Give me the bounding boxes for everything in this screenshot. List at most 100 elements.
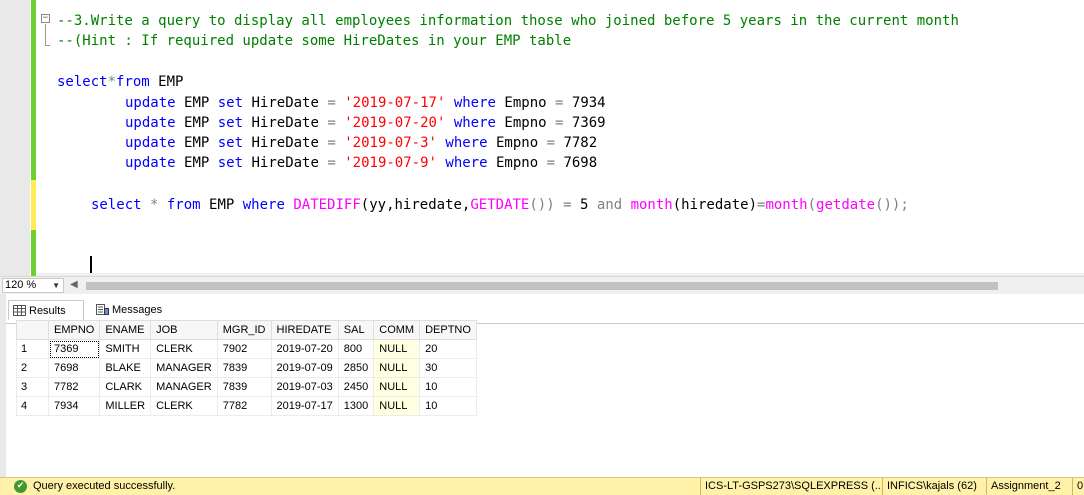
table-row[interactable]: 4 7934 MILLER CLERK 7782 2019-07-17 1300 NULL 10 [16,396,477,416]
update-line: update EMP set HireDate = '2019-07-3' wh… [125,133,597,153]
grid-cell[interactable]: 2450 [337,377,375,397]
operator: = [327,155,336,171]
grid-cell[interactable]: MILLER [99,396,152,416]
column-name: HireDate [251,155,319,171]
grid-cell[interactable]: NULL [373,377,421,397]
operator: ()); [875,197,909,213]
string-literal: '2019-07-9' [344,155,437,171]
query-editor[interactable]: − --3.Write a query to display all emplo… [0,0,1084,276]
grid-cell[interactable]: 800 [337,339,375,359]
tab-results[interactable]: Results [8,300,84,320]
keyword: update [125,95,176,111]
row-number-header[interactable] [16,320,49,340]
grid-cell[interactable]: 30 [419,358,477,378]
operator: ()) [529,197,555,213]
column-header-comm[interactable]: COMM [373,320,421,340]
table-name: EMP [200,197,243,213]
grid-cell[interactable]: 2850 [337,358,375,378]
column-header-empno[interactable]: EMPNO [47,320,101,340]
operator: and [588,197,631,213]
row-number[interactable]: 4 [16,396,49,416]
keyword: where [242,197,285,213]
column-header-job[interactable]: JOB [150,320,218,340]
grid-cell[interactable]: MANAGER [150,377,218,397]
grid-cell[interactable]: 7839 [216,358,272,378]
grid-cell[interactable]: NULL [373,358,421,378]
table-row[interactable]: 3 7782 CLARK MANAGER 7839 2019-07-03 2450 NULL 1… [16,377,477,397]
grid-cell[interactable]: CLERK [150,339,218,359]
comment-line-2: --(Hint : If required update some HireDa… [57,33,572,49]
operator: * [141,197,167,213]
chevron-down-icon[interactable]: ▼ [52,279,60,292]
collapse-toggle-icon[interactable]: − [41,14,50,23]
grid-cell[interactable]: NULL [373,339,421,359]
operator: = [327,115,336,131]
table-row[interactable]: 2 7698 BLAKE MANAGER 7839 2019-07-09 2850 NULL 3… [16,358,477,378]
row-number[interactable]: 2 [16,358,49,378]
grid-cell[interactable]: 20 [419,339,477,359]
number-literal: 7782 [563,135,598,151]
zoom-dropdown[interactable]: 120 % ▼ [2,278,64,293]
string-literal: '2019-07-3' [344,135,437,151]
scroll-left-icon[interactable]: ◀ [70,279,78,290]
query-line: select * from EMP where DATEDIFF(yy,hire… [91,195,909,215]
grid-cell[interactable]: 10 [419,396,477,416]
table-row[interactable]: 1 7369 SMITH CLERK 7902 2019-07-20 800 NULL 20 [16,339,477,359]
grid-cell[interactable]: 2019-07-20 [270,339,339,359]
column-header-hiredate[interactable]: HIREDATE [270,320,339,340]
results-grid[interactable]: EMPNO ENAME JOB MGR_ID HIREDATE SAL COMM DEPTNO… [16,320,477,416]
grid-cell[interactable]: NULL [373,396,421,416]
grid-cell[interactable]: 2019-07-09 [270,358,339,378]
update-line: update EMP set HireDate = '2019-07-20' w… [125,113,606,133]
status-extra: 0 [1072,478,1084,495]
grid-cell[interactable]: 7902 [216,339,272,359]
outline-line-end [45,45,50,46]
column-name: Empno [495,155,539,171]
keyword: from [116,74,150,90]
grid-cell[interactable]: 7698 [47,358,101,378]
column-header-ename[interactable]: ENAME [99,320,152,340]
grid-icon [13,305,26,316]
row-number[interactable]: 3 [16,377,49,397]
grid-cell[interactable]: 2019-07-17 [270,396,339,416]
grid-cell[interactable]: 7782 [216,396,272,416]
grid-cell[interactable]: 2019-07-03 [270,377,339,397]
horizontal-scrollbar-thumb[interactable] [86,282,998,290]
comment-line-1: --3.Write a query to display all employe… [57,13,959,29]
grid-cell[interactable]: SMITH [99,339,152,359]
grid-cell[interactable]: 1300 [337,396,375,416]
keyword: from [166,197,201,213]
grid-cell[interactable]: BLAKE [99,358,152,378]
table-name: EMP [184,115,210,131]
keyword: update [125,135,176,151]
row-number[interactable]: 1 [16,339,49,359]
grid-cell[interactable]: MANAGER [150,358,218,378]
arguments: (yy,hiredate, [360,197,471,213]
column-name: Empno [495,135,539,151]
select-line: select*from EMP [57,72,183,92]
operator: = [327,135,336,151]
zoom-value: 120 % [5,279,37,291]
column-name: HireDate [251,135,319,151]
grid-cell[interactable]: 7369 [47,339,101,359]
grid-cell[interactable]: 7839 [216,377,272,397]
tab-messages[interactable]: Messages [88,300,172,320]
grid-cell[interactable]: 7782 [47,377,101,397]
update-line: update EMP set HireDate = '2019-07-9' wh… [125,153,597,173]
grid-cell[interactable]: CLARK [99,377,152,397]
column-header-sal[interactable]: SAL [337,320,375,340]
column-name: HireDate [251,115,319,131]
keyword: set [217,135,244,151]
keyword: set [217,95,244,111]
keyword: where [445,135,488,151]
grid-cell[interactable]: CLERK [150,396,218,416]
results-pane: Results Messages EMPNO ENAME JOB MGR_ID HIRE… [0,294,1084,477]
column-header-deptno[interactable]: DEPTNO [419,320,477,340]
column-name: Empno [504,95,547,111]
status-user: INFICS\kajals (62) [882,478,989,495]
column-header-mgr_id[interactable]: MGR_ID [216,320,272,340]
grid-cell[interactable]: 7934 [47,396,101,416]
grid-cell[interactable]: 10 [419,377,477,397]
column-name: Empno [504,115,547,131]
string-literal: '2019-07-20' [344,115,446,131]
